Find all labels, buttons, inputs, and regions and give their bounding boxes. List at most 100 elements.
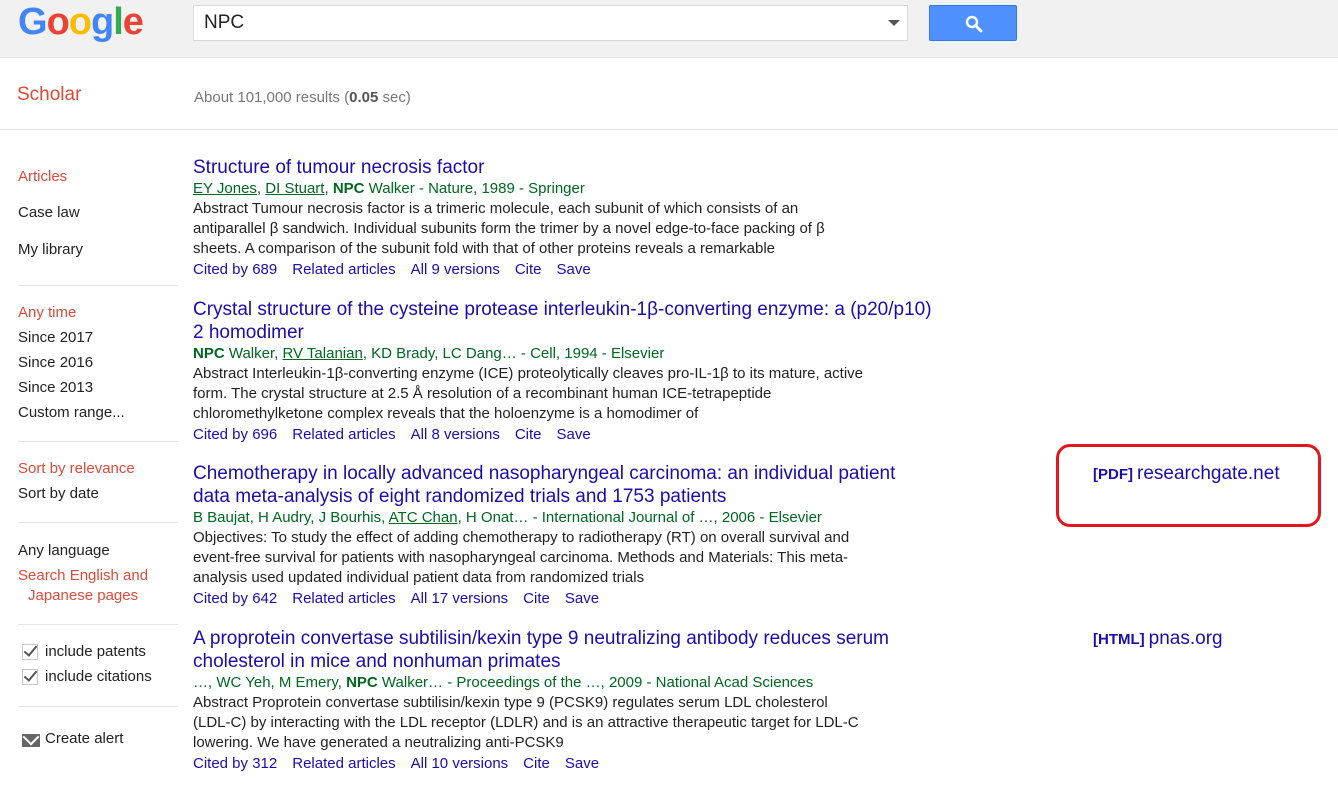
fulltext-tag: [HTML] bbox=[1093, 631, 1145, 648]
cite-link[interactable]: Cite bbox=[523, 755, 550, 772]
cited-by-link[interactable]: Cited by 689 bbox=[193, 261, 277, 278]
search-box bbox=[193, 5, 908, 41]
logo-letter: o bbox=[46, 1, 70, 43]
include-patents-checkbox[interactable] bbox=[22, 644, 38, 660]
fulltext-domain: pnas.org bbox=[1148, 628, 1223, 649]
create-alert-link[interactable]: Create alert bbox=[45, 730, 123, 747]
all-versions-link[interactable]: All 9 versions bbox=[411, 261, 500, 278]
sidebar-item-since-2013[interactable]: Since 2013 bbox=[18, 379, 93, 396]
sidebar-item-custom-range[interactable]: Custom range... bbox=[18, 404, 125, 421]
logo-letter: G bbox=[18, 1, 48, 43]
sidebar-item-case-law[interactable]: Case law bbox=[18, 204, 80, 221]
author-highlight: NPC bbox=[346, 674, 378, 691]
sidebar-item-search-english-japanese-line2[interactable]: Japanese pages bbox=[28, 587, 138, 604]
author-link[interactable]: DI Stuart bbox=[265, 180, 324, 197]
sidebar-item-since-2016[interactable]: Since 2016 bbox=[18, 354, 93, 371]
save-link[interactable]: Save bbox=[565, 590, 599, 607]
all-versions-link[interactable]: All 17 versions bbox=[411, 590, 509, 607]
logo-letter: l bbox=[113, 1, 124, 43]
author-link[interactable]: ATC Chan bbox=[389, 509, 458, 526]
related-articles-link[interactable]: Related articles bbox=[292, 261, 395, 278]
logo-letter: o bbox=[68, 1, 92, 43]
save-link[interactable]: Save bbox=[557, 426, 591, 443]
author-text: , bbox=[324, 180, 333, 197]
related-articles-link[interactable]: Related articles bbox=[292, 426, 395, 443]
result-authors: EY Jones, DI Stuart, NPC Walker - Nature… bbox=[193, 179, 933, 199]
cited-by-link[interactable]: Cited by 642 bbox=[193, 590, 277, 607]
include-citations-label[interactable]: include citations bbox=[45, 668, 152, 685]
logo-letter: g bbox=[91, 1, 114, 43]
author-link[interactable]: EY Jones bbox=[193, 180, 257, 197]
include-patents-label[interactable]: include patents bbox=[45, 643, 146, 660]
mail-icon[interactable] bbox=[22, 734, 40, 747]
sidebar-divider bbox=[18, 624, 178, 625]
author-text: Walker - Nature, 1989 - Springer bbox=[364, 180, 585, 197]
author-highlight: NPC bbox=[193, 345, 225, 362]
author-link[interactable]: RV Talanian bbox=[282, 345, 362, 362]
cited-by-link[interactable]: Cited by 696 bbox=[193, 426, 277, 443]
result-snippet: Abstract Tumour necrosis factor is a tri… bbox=[193, 200, 825, 257]
result-title-link-partial[interactable] bbox=[193, 792, 933, 800]
result-title-link[interactable]: Structure of tumour necrosis factor bbox=[193, 156, 933, 179]
result-snippet: Abstract Proprotein convertase subtilisi… bbox=[193, 694, 859, 751]
author-text: , H Onat… - International Journal of …, … bbox=[457, 509, 822, 526]
include-citations-checkbox[interactable] bbox=[22, 669, 38, 685]
result-item-partial bbox=[193, 792, 933, 800]
author-text: Walker… - Proceedings of the …, 2009 - N… bbox=[377, 674, 814, 691]
related-articles-link[interactable]: Related articles bbox=[292, 755, 395, 772]
result-item: A proprotein convertase subtilisin/kexin… bbox=[193, 627, 933, 774]
sidebar-divider bbox=[18, 706, 178, 707]
author-text: …, WC Yeh, M Emery, bbox=[193, 674, 347, 691]
sidebar-divider bbox=[18, 285, 178, 286]
sidebar-divider bbox=[18, 441, 178, 442]
sidebar-item-any-time[interactable]: Any time bbox=[18, 304, 76, 321]
result-authors: B Baujat, H Audry, J Bourhis, ATC Chan, … bbox=[193, 508, 933, 528]
cited-by-link[interactable]: Cited by 312 bbox=[193, 755, 277, 772]
highlight-annotation bbox=[1056, 444, 1321, 527]
scholar-brand-link[interactable]: Scholar bbox=[17, 84, 81, 106]
sidebar-item-search-english-japanese[interactable]: Search English and bbox=[18, 567, 148, 584]
results-time: 0.05 bbox=[349, 89, 379, 106]
results-suffix: sec) bbox=[378, 89, 411, 106]
author-text: , KD Brady, LC Dang… - Cell, 1994 - Else… bbox=[362, 345, 665, 362]
sidebar-divider bbox=[18, 522, 178, 523]
sidebar-item-articles[interactable]: Articles bbox=[18, 168, 67, 185]
save-link[interactable]: Save bbox=[565, 755, 599, 772]
cite-link[interactable]: Cite bbox=[523, 590, 550, 607]
related-articles-link[interactable]: Related articles bbox=[292, 590, 395, 607]
all-versions-link[interactable]: All 8 versions bbox=[411, 426, 500, 443]
result-title-link[interactable]: A proprotein convertase subtilisin/kexin… bbox=[193, 627, 933, 673]
result-item: Chemotherapy in locally advanced nasopha… bbox=[193, 462, 933, 609]
sidebar-item-my-library[interactable]: My library bbox=[18, 241, 83, 258]
result-title-link[interactable]: Chemotherapy in locally advanced nasopha… bbox=[193, 462, 933, 508]
search-icon bbox=[965, 15, 983, 33]
author-highlight: NPC bbox=[332, 180, 365, 197]
author-text: B Baujat, H Audry, J Bourhis, bbox=[193, 509, 389, 526]
sidebar-item-sort-date[interactable]: Sort by date bbox=[18, 485, 99, 502]
results-prefix: About 101,000 results ( bbox=[194, 89, 350, 106]
cite-link[interactable]: Cite bbox=[515, 426, 542, 443]
result-authors: …, WC Yeh, M Emery, NPC Walker… - Procee… bbox=[193, 673, 933, 693]
result-snippet: Objectives: To study the effect of addin… bbox=[193, 529, 850, 586]
sub-header: Scholar About 101,000 results (0.05 sec) bbox=[0, 58, 1338, 130]
result-item: Structure of tumour necrosis factor EY J… bbox=[193, 156, 933, 280]
result-title-link[interactable]: Crystal structure of the cysteine protea… bbox=[193, 298, 933, 344]
author-text: Walker, bbox=[224, 345, 283, 362]
search-input[interactable] bbox=[194, 6, 874, 40]
sidebar-item-any-language[interactable]: Any language bbox=[18, 542, 110, 559]
sidebar-item-sort-relevance[interactable]: Sort by relevance bbox=[18, 460, 135, 477]
all-versions-link[interactable]: All 10 versions bbox=[411, 755, 509, 772]
fulltext-link-html[interactable]: [HTML] pnas.org bbox=[1093, 628, 1223, 650]
logo-letter: e bbox=[122, 1, 144, 43]
google-logo[interactable]: Google bbox=[18, 0, 144, 44]
results-count: About 101,000 results (0.05 sec) bbox=[194, 89, 411, 106]
result-item: Crystal structure of the cysteine protea… bbox=[193, 298, 933, 445]
sidebar-item-since-2017[interactable]: Since 2017 bbox=[18, 329, 93, 346]
search-button[interactable] bbox=[929, 5, 1017, 41]
result-links: Cited by 689 Related articles All 9 versio… bbox=[193, 259, 933, 280]
save-link[interactable]: Save bbox=[557, 261, 591, 278]
chevron-down-icon[interactable] bbox=[888, 20, 900, 26]
result-links: Cited by 312 Related articles All 10 versi… bbox=[193, 753, 933, 774]
cite-link[interactable]: Cite bbox=[515, 261, 542, 278]
result-snippet: Abstract Interleukin-1β-converting enzym… bbox=[193, 365, 864, 422]
